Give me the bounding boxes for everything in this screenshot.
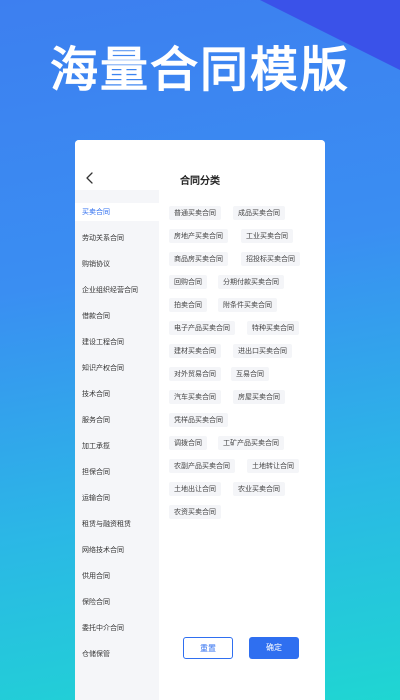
contract-tag[interactable]: 房地产买卖合同 [169,229,228,243]
contract-tag[interactable]: 进出口买卖合同 [233,344,292,358]
sidebar-item[interactable]: 借款合同 [75,307,159,325]
contract-tag[interactable]: 商品房买卖合同 [169,252,228,266]
contract-tag[interactable]: 电子产品买卖合同 [169,321,235,335]
contract-tag[interactable]: 互易合同 [231,367,269,381]
sidebar-item[interactable]: 技术合同 [75,385,159,403]
sidebar-item[interactable]: 运输合同 [75,489,159,507]
sidebar-item[interactable]: 知识产权合同 [75,359,159,377]
contract-tag[interactable]: 农副产品买卖合同 [169,459,235,473]
tag-panel: 普通买卖合同 成品买卖合同 房地产买卖合同 工业买卖合同 商品房买卖合同 招投标… [159,190,325,700]
contract-tag[interactable]: 调拨合同 [169,436,207,450]
contract-tag[interactable]: 回购合同 [169,275,207,289]
phone-screen: 合同分类 买卖合同 劳动关系合同 购销协议 企业组织经营合同 借款合同 建设工程… [75,140,325,700]
contract-tag[interactable]: 普通买卖合同 [169,206,221,220]
contract-tag[interactable]: 汽车买卖合同 [169,390,221,404]
contract-tag[interactable]: 土地转让合同 [247,459,299,473]
sidebar-item[interactable]: 服务合同 [75,411,159,429]
sidebar-item[interactable]: 供用合同 [75,567,159,585]
contract-tag[interactable]: 附条件买卖合同 [218,298,277,312]
sidebar-item[interactable]: 建设工程合同 [75,333,159,351]
contract-tag[interactable]: 房屋买卖合同 [233,390,285,404]
sidebar-item[interactable]: 租赁与融资租赁 [75,515,159,533]
contract-tag[interactable]: 建材买卖合同 [169,344,221,358]
sidebar-item[interactable]: 劳动关系合同 [75,229,159,247]
confirm-button[interactable]: 确定 [249,637,299,659]
contract-tag[interactable]: 招投标买卖合同 [241,252,300,266]
sidebar-item[interactable]: 网络技术合同 [75,541,159,559]
contract-tag[interactable]: 凭样品买卖合同 [169,413,228,427]
page-title: 合同分类 [180,176,220,187]
banner-title: 海量合同模版 [49,42,350,98]
contract-tag[interactable]: 工业买卖合同 [241,229,293,243]
category-sidebar: 买卖合同 劳动关系合同 购销协议 企业组织经营合同 借款合同 建设工程合同 知识… [75,190,159,700]
contract-tag[interactable]: 拍卖合同 [169,298,207,312]
sidebar-item[interactable]: 担保合同 [75,463,159,481]
contract-tag[interactable]: 农资买卖合同 [169,505,221,519]
reset-button[interactable]: 重置 [183,637,233,659]
nav-bar: 合同分类 [75,140,325,190]
sidebar-item[interactable]: 购销协议 [75,255,159,273]
contract-tag[interactable]: 土地出让合同 [169,482,221,496]
sidebar-item[interactable]: 保险合同 [75,593,159,611]
sidebar-item[interactable]: 仓储保管 [75,645,159,663]
contract-tag[interactable]: 农业买卖合同 [233,482,285,496]
contract-tag[interactable]: 成品买卖合同 [233,206,285,220]
sidebar-item[interactable]: 委托中介合同 [75,619,159,637]
content-area: 买卖合同 劳动关系合同 购销协议 企业组织经营合同 借款合同 建设工程合同 知识… [75,190,325,700]
sidebar-item[interactable]: 企业组织经营合同 [75,281,159,299]
contract-tag[interactable]: 对外贸易合同 [169,367,221,381]
contract-tag[interactable]: 工矿产品买卖合同 [218,436,284,450]
sidebar-item[interactable]: 加工承揽 [75,437,159,455]
contract-tag[interactable]: 分期付款买卖合同 [218,275,284,289]
contract-tag[interactable]: 特种买卖合同 [247,321,299,335]
sidebar-item[interactable]: 买卖合同 [75,203,159,221]
